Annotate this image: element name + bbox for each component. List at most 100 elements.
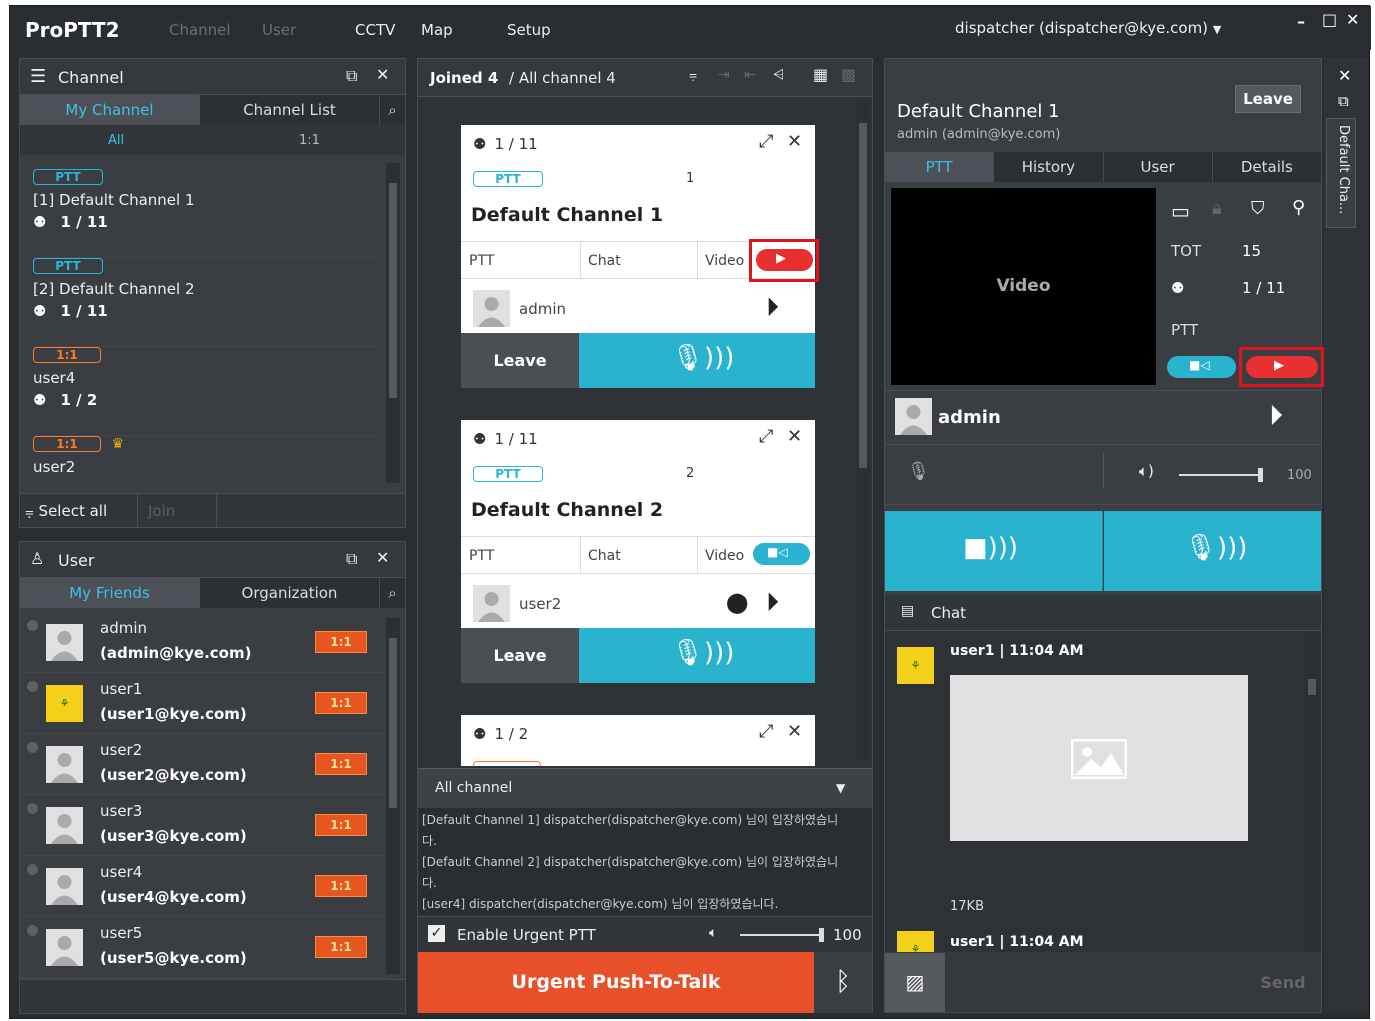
side-tab-channel[interactable]: Default Cha...: [1326, 118, 1356, 228]
mode-ptt[interactable]: PTT: [469, 548, 494, 564]
image-attach-button[interactable]: ▨: [885, 953, 945, 1012]
expand-icon[interactable]: ⤢: [759, 426, 773, 447]
list-item[interactable]: ⚘ user1 (user1@kye.com) 1:1: [20, 673, 390, 734]
one-to-one-button[interactable]: 1:1: [315, 936, 367, 958]
maximize-icon[interactable]: □: [1322, 10, 1337, 29]
nav-user[interactable]: User: [262, 21, 296, 39]
leave-icon[interactable]: ⇤: [744, 67, 756, 83]
video-toggle-button[interactable]: ▶: [1246, 356, 1318, 378]
mode-video[interactable]: Video: [705, 548, 744, 564]
user-scrollbar[interactable]: [386, 618, 400, 974]
chat-input[interactable]: [945, 953, 1245, 1012]
deselect-icon[interactable]: ⩤: [773, 67, 784, 83]
nav-setup[interactable]: Setup: [507, 21, 551, 39]
mode-chat[interactable]: Chat: [588, 253, 621, 269]
tab-ptt[interactable]: PTT: [885, 152, 995, 182]
list-item[interactable]: 1:1 user4 ⚉ 1 / 2: [33, 347, 379, 436]
play-icon[interactable]: ⏵: [1269, 399, 1283, 433]
popout-icon[interactable]: ⧉: [1338, 92, 1349, 110]
nav-channel[interactable]: Channel: [169, 21, 231, 39]
volume-slider[interactable]: [740, 934, 822, 936]
ptt-button[interactable]: 🎙︎))): [579, 628, 815, 683]
scroll-thumb[interactable]: [1308, 679, 1316, 695]
center-scrollbar[interactable]: [856, 101, 870, 761]
search-icon[interactable]: ⌕: [380, 95, 405, 125]
filter-1to1[interactable]: 1:1: [299, 133, 320, 148]
select-all-button[interactable]: ⩦ Select all: [20, 494, 138, 528]
ptt-button[interactable]: 🎙︎))): [579, 333, 815, 388]
voice-ptt-button[interactable]: 🎙︎))): [1104, 511, 1321, 591]
filter-all[interactable]: All: [108, 133, 124, 148]
mode-ptt[interactable]: PTT: [469, 253, 494, 269]
video-area[interactable]: Video: [891, 188, 1156, 385]
chat-scrollbar[interactable]: [1305, 635, 1319, 947]
tab-history[interactable]: History: [994, 152, 1104, 182]
close-icon[interactable]: ✕: [376, 548, 389, 567]
minimize-icon[interactable]: –: [1297, 12, 1305, 31]
send-button[interactable]: Send: [1245, 953, 1321, 1012]
play-icon[interactable]: ⏵: [766, 588, 779, 619]
mode-video[interactable]: Video: [705, 253, 744, 269]
one-to-one-button[interactable]: 1:1: [315, 631, 367, 653]
list-item[interactable]: 1:1 ♛ user2: [33, 436, 379, 484]
scroll-thumb[interactable]: [859, 123, 867, 468]
channel-scrollbar[interactable]: [386, 163, 400, 483]
log-channel-select[interactable]: All channel ▼: [418, 768, 872, 808]
video-ptt-button[interactable]: ■))): [885, 511, 1103, 591]
volume-handle[interactable]: [1258, 468, 1263, 482]
location-icon[interactable]: ⬤: [726, 590, 748, 614]
list-item[interactable]: PTT [2] Default Channel 2 ⚉ 1 / 11: [33, 258, 379, 347]
select-icon[interactable]: ⩦: [689, 67, 697, 83]
close-icon[interactable]: ✕: [1338, 66, 1351, 85]
leave-button[interactable]: Leave: [461, 333, 579, 388]
join-icon[interactable]: ⇥: [718, 67, 730, 83]
volume-slider[interactable]: [1179, 474, 1261, 476]
scroll-thumb[interactable]: [389, 183, 397, 398]
urgent-checkbox[interactable]: ✓: [428, 925, 445, 942]
close-icon[interactable]: ✕: [1346, 10, 1359, 29]
tab-organization[interactable]: Organization: [200, 578, 380, 608]
leave-button[interactable]: Leave: [1235, 85, 1301, 113]
mode-chat[interactable]: Chat: [588, 548, 621, 564]
list-item[interactable]: user5 (user5@kye.com) 1:1: [20, 917, 390, 978]
user-menu[interactable]: dispatcher (dispatcher@kye.com) ▼: [955, 19, 1221, 37]
tab-channel-list[interactable]: Channel List: [200, 95, 380, 125]
tab-my-channel[interactable]: My Channel: [20, 95, 200, 125]
expand-icon[interactable]: ⤢: [759, 131, 773, 152]
join-button[interactable]: Join: [138, 494, 217, 528]
close-icon[interactable]: ✕: [787, 131, 802, 152]
menu-icon[interactable]: ☰: [30, 66, 46, 87]
close-icon[interactable]: ✕: [376, 65, 389, 84]
video-toggle-button[interactable]: ▶: [756, 249, 813, 271]
camera-share-button[interactable]: ■◁: [1167, 356, 1236, 378]
urgent-ptt-button[interactable]: Urgent Push-To-Talk: [418, 952, 814, 1013]
nav-cctv[interactable]: CCTV: [355, 21, 395, 39]
list-item[interactable]: user4 (user4@kye.com) 1:1: [20, 856, 390, 917]
close-icon[interactable]: ✕: [787, 721, 802, 742]
one-to-one-button[interactable]: 1:1: [315, 814, 367, 836]
tab-details[interactable]: Details: [1213, 152, 1321, 182]
search-icon[interactable]: ⌕: [380, 578, 405, 608]
tile-view-icon[interactable]: ▩: [841, 65, 856, 84]
popout-icon[interactable]: ⧉: [346, 549, 357, 569]
tab-my-friends[interactable]: My Friends: [20, 578, 200, 608]
close-icon[interactable]: ✕: [787, 426, 802, 447]
camera-share-button[interactable]: ■◁: [753, 543, 810, 565]
one-to-one-button[interactable]: 1:1: [315, 753, 367, 775]
scroll-thumb[interactable]: [389, 638, 397, 808]
popout-icon[interactable]: ⧉: [346, 66, 357, 86]
list-item[interactable]: PTT [1] Default Channel 1 ⚉ 1 / 11: [33, 169, 379, 258]
image-attachment[interactable]: [950, 675, 1248, 841]
tab-user[interactable]: User: [1104, 152, 1213, 182]
list-item[interactable]: admin (admin@kye.com) 1:1: [20, 612, 390, 673]
play-icon[interactable]: ⏵: [766, 293, 779, 324]
leave-button[interactable]: Leave: [461, 628, 579, 683]
list-item[interactable]: user3 (user3@kye.com) 1:1: [20, 795, 390, 856]
grid-view-icon[interactable]: ▦: [813, 65, 828, 84]
one-to-one-button[interactable]: 1:1: [315, 692, 367, 714]
list-item[interactable]: user2 (user2@kye.com) 1:1: [20, 734, 390, 795]
bluetooth-icon[interactable]: ᛒ: [814, 952, 872, 1013]
one-to-one-button[interactable]: 1:1: [315, 875, 367, 897]
expand-icon[interactable]: ⤢: [759, 721, 773, 742]
nav-map[interactable]: Map: [421, 21, 453, 39]
